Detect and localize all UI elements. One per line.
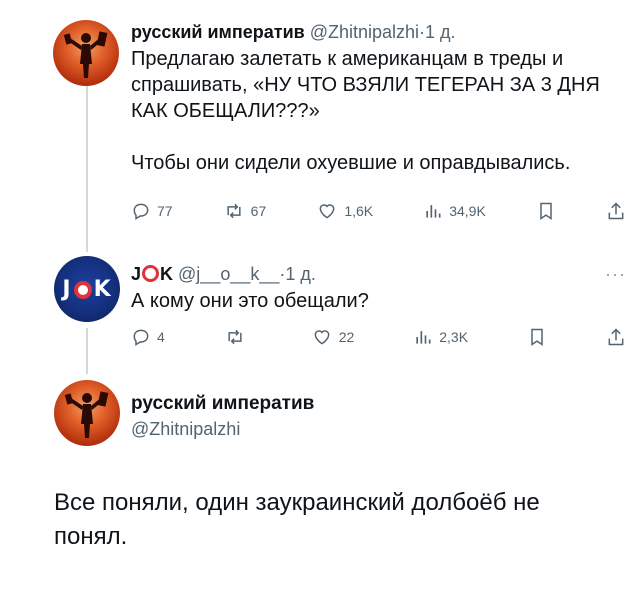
tweet-1-paragraph-1: Предлагаю залетать к американцам в треды… [131, 48, 600, 122]
reply-button[interactable]: 4 [131, 327, 165, 347]
author-name[interactable]: JK [131, 264, 173, 284]
timestamp[interactable]: 1 д. [285, 264, 316, 284]
thread-screenshot: русский императив @Zhitnipalzhi·1 д. Пре… [0, 0, 640, 596]
thread-line-top [86, 84, 88, 252]
reply-count: 77 [157, 203, 173, 219]
like-icon [314, 330, 330, 345]
author-handle[interactable]: @Zhitnipalzhi [310, 22, 419, 42]
author-name[interactable]: русский императив [131, 22, 305, 42]
tweet-1-paragraph-2: Чтобы они сидели охуевшие и оправдывалис… [131, 152, 571, 174]
tweet-3-header[interactable]: русский императив @Zhitnipalzhi [131, 392, 626, 442]
bookmark-button[interactable] [536, 201, 556, 221]
lifebuoy-icon [142, 265, 160, 282]
like-button[interactable]: 1,6K [316, 201, 373, 221]
tweet-1-actions: 77 67 1,6K 34,9K [131, 200, 626, 222]
like-button[interactable]: 22 [311, 327, 355, 347]
bookmark-icon [531, 328, 543, 346]
repost-icon [228, 329, 242, 345]
author-handle[interactable]: @Zhitnipalzhi [131, 416, 626, 442]
reply-icon [133, 329, 149, 346]
tweet-2-text: А кому они это обещали? [131, 290, 369, 312]
share-icon [608, 328, 624, 346]
thread-line-bottom [86, 328, 88, 374]
avatar-jok[interactable]: JK [54, 256, 120, 322]
views-icon [426, 205, 441, 218]
views-count: 2,3K [439, 329, 469, 345]
tweet-1-text: Предлагаю залетать к американцам в треды… [131, 46, 626, 176]
tweet-1[interactable]: русский императив @Zhitnipalzhi·1 д. Пре… [131, 20, 626, 176]
repost-button[interactable] [224, 327, 252, 347]
figure-icon [63, 31, 108, 78]
figure-icon [64, 391, 109, 438]
tweet-2-header: JK @j__o__k__·1 д. ··· [131, 262, 626, 286]
reply-icon [133, 203, 149, 220]
repost-button[interactable]: 67 [223, 201, 267, 221]
views-count: 34,9K [449, 203, 486, 219]
like-icon [319, 204, 335, 219]
timestamp[interactable]: 1 д. [425, 22, 456, 42]
avatar-jok-logo: JK [62, 276, 112, 302]
share-button[interactable] [606, 327, 626, 347]
tweet-3-text: Все поняли, один заукраинский долбоёб не… [54, 489, 540, 550]
tweet-2[interactable]: JK @j__o__k__·1 д. ··· А кому они это об… [131, 262, 626, 314]
views-icon [416, 331, 431, 344]
avatar-russkiy-imperativ[interactable] [53, 20, 119, 86]
views-button[interactable]: 2,3K [413, 327, 468, 347]
reply-count: 4 [157, 329, 165, 345]
more-options-button[interactable]: ··· [605, 262, 626, 286]
like-count: 1,6K [344, 203, 374, 219]
author-handle[interactable]: @j__o__k__ [178, 264, 279, 284]
like-count: 22 [338, 329, 355, 345]
bookmark-button[interactable] [527, 327, 547, 347]
share-icon [608, 202, 624, 220]
reply-button[interactable]: 77 [131, 201, 173, 221]
repost-icon [227, 203, 241, 219]
author-name[interactable]: русский императив [131, 392, 626, 416]
repost-count: 67 [250, 203, 267, 219]
share-button[interactable] [606, 201, 626, 221]
avatar-russkiy-imperativ[interactable] [54, 380, 120, 446]
tweet-1-header: русский императив @Zhitnipalzhi·1 д. [131, 20, 626, 44]
views-button[interactable]: 34,9K [423, 201, 486, 221]
bookmark-icon [540, 202, 552, 220]
lifebuoy-icon [73, 280, 92, 299]
tweet-2-actions: 4 22 2,3K [131, 326, 626, 348]
